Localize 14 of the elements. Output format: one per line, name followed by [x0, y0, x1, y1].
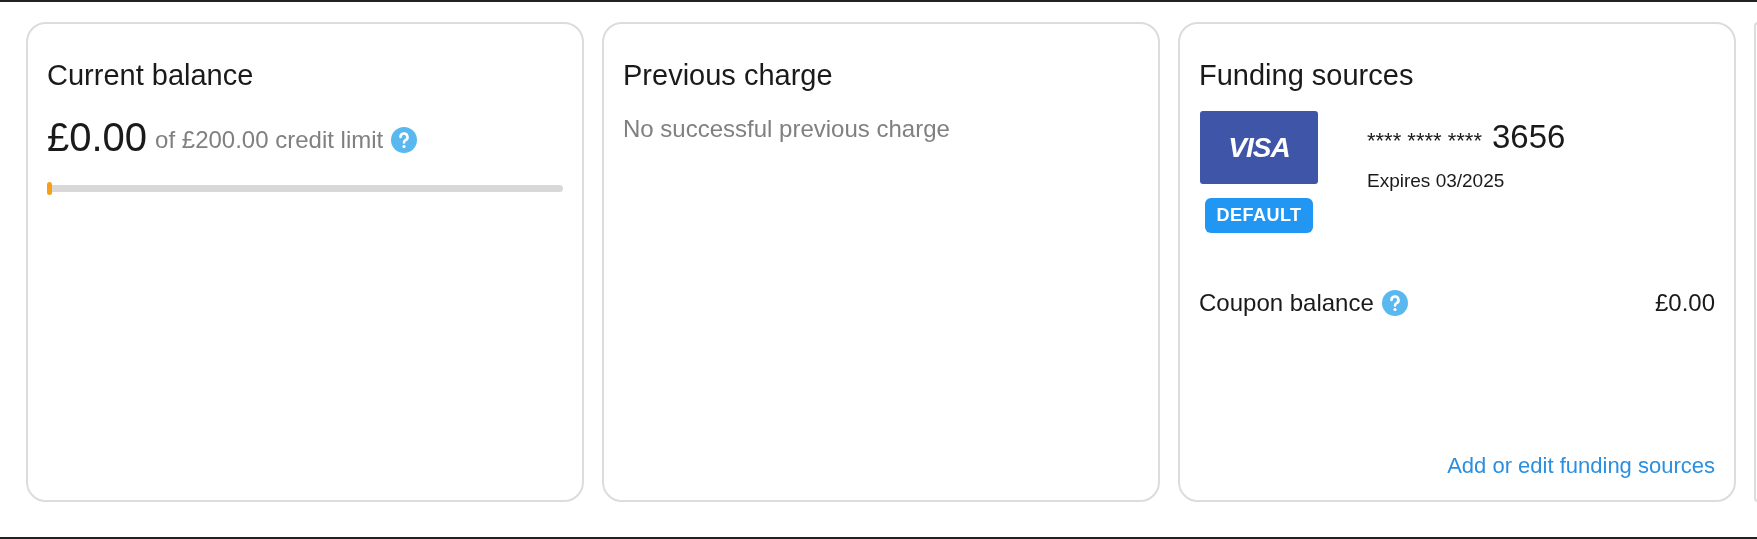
- credit-limit-text: of £200.00 credit limit: [155, 125, 384, 155]
- coupon-label: Coupon balance: [1199, 288, 1374, 318]
- default-badge: DEFAULT: [1205, 198, 1313, 233]
- funding-sources-link[interactable]: Add or edit funding sources: [1447, 449, 1715, 482]
- card-title: Funding sources: [1199, 58, 1415, 93]
- empty-message: No successful previous charge: [623, 114, 951, 144]
- balance-amount: £0.00: [47, 115, 148, 159]
- card-title: Current balance: [47, 58, 255, 93]
- card-last-digits: 3656: [1491, 119, 1566, 155]
- coupon-value: £0.00: [1654, 288, 1715, 318]
- masked-card-number: **** **** ****: [1367, 127, 1482, 155]
- card-brand: VISA: [1228, 130, 1290, 165]
- card-title: Previous charge: [623, 58, 834, 93]
- card-expiry: Expires 03/2025: [1367, 169, 1506, 193]
